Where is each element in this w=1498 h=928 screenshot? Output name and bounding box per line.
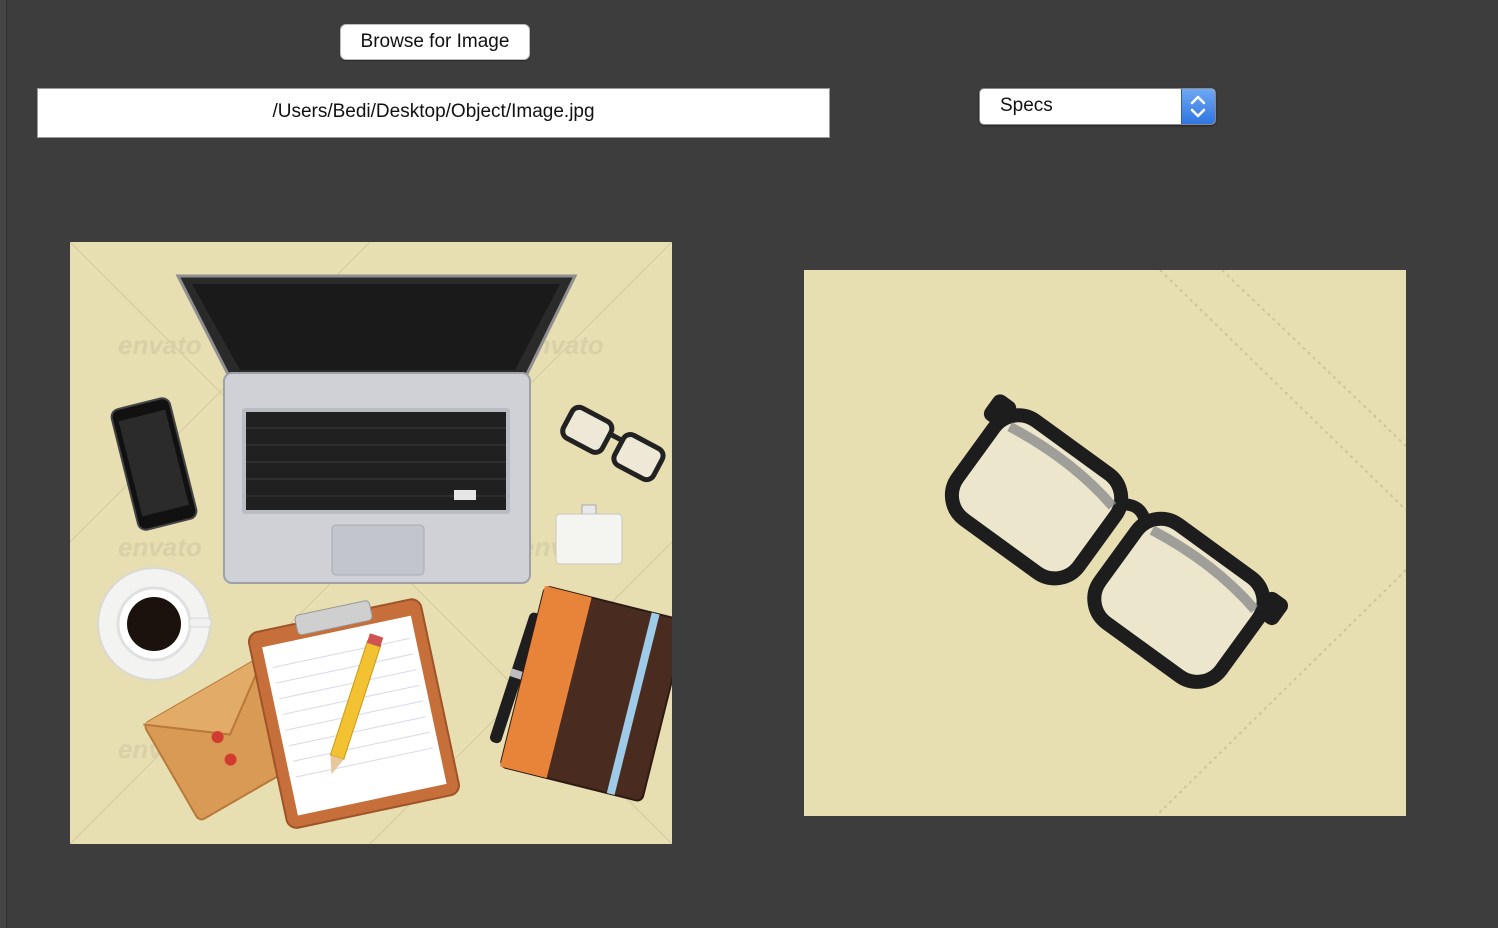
select-chevrons-icon[interactable] (1181, 89, 1215, 124)
watermark-text: envato (118, 532, 202, 562)
input-image: envato envato envato envato envato envat… (70, 242, 672, 844)
file-path-field[interactable]: /Users/Bedi/Desktop/Object/Image.jpg (37, 88, 830, 138)
output-image (804, 270, 1406, 816)
object-select-value: Specs (1000, 95, 1053, 116)
watermark-text: envato (118, 330, 202, 360)
laptop-graphic (175, 274, 578, 584)
coffee-cup-graphic (97, 567, 212, 681)
window-left-edge (0, 0, 7, 928)
badge-graphic (555, 504, 623, 565)
browse-image-button[interactable]: Browse for Image (340, 24, 530, 60)
object-select[interactable]: Specs (979, 88, 1216, 125)
